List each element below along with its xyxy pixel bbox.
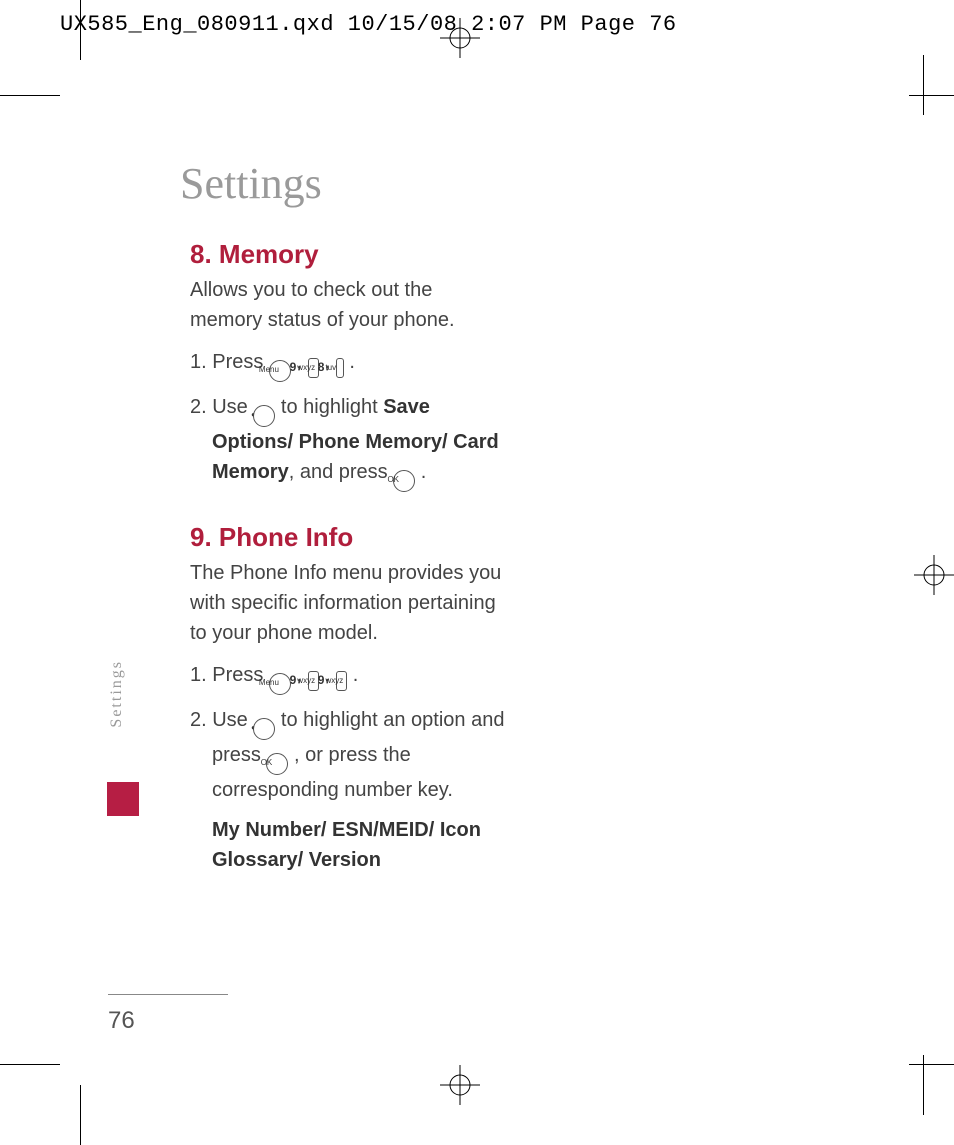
period: . — [349, 351, 355, 373]
phoneinfo-intro: The Phone Info menu provides you with sp… — [190, 558, 510, 648]
phoneinfo-options: My Number/ ESN/MEID/ Icon Glossary/ Vers… — [190, 815, 510, 875]
side-tab: Settings — [108, 660, 138, 728]
crop-mark — [909, 1064, 954, 1065]
phoneinfo-step-1: 1. Press Menu , 9wxyz , 9wxyz . — [190, 660, 510, 695]
step-text: , and press — [289, 461, 394, 483]
side-tab-label: Settings — [108, 660, 126, 728]
ok-key-icon: OK — [266, 753, 288, 775]
registration-mark-icon — [440, 1065, 480, 1105]
step-text: to highlight — [281, 396, 383, 418]
step-text: 2. Use — [190, 709, 253, 731]
page-number: 76 — [108, 1007, 135, 1035]
prepress-slug: UX585_Eng_080911.qxd 10/15/08 2:07 PM Pa… — [60, 12, 677, 37]
crop-mark — [80, 1085, 81, 1145]
memory-step-2: 2. Use ◐ to highlight Save Options/ Phon… — [190, 392, 510, 492]
page-number-rule — [108, 994, 228, 995]
step-text: 2. Use — [190, 396, 253, 418]
crop-mark — [909, 95, 954, 96]
body-content: 8. Memory Allows you to check out the me… — [190, 225, 510, 885]
step-text: 1. Press — [190, 351, 269, 373]
registration-mark-icon — [914, 555, 954, 595]
crop-mark — [0, 95, 60, 96]
crop-mark — [0, 1064, 60, 1065]
step-text: 1. Press — [190, 664, 269, 686]
heading-memory: 8. Memory — [190, 239, 510, 269]
heading-phone-info: 9. Phone Info — [190, 522, 510, 552]
nine-key-icon: 9wxyz — [336, 671, 347, 691]
memory-intro: Allows you to check out the memory statu… — [190, 275, 510, 335]
period: . — [353, 664, 359, 686]
crop-mark — [923, 55, 924, 115]
eight-key-icon: 8tuv — [336, 358, 344, 378]
nav-key-icon: ◐ — [253, 405, 275, 427]
side-tab-bar — [107, 782, 139, 816]
menu-key-icon: Menu — [269, 360, 291, 382]
ok-key-icon: OK — [393, 470, 415, 492]
page-title: Settings — [180, 158, 322, 209]
menu-key-icon: Menu — [269, 673, 291, 695]
memory-step-1: 1. Press Menu , 9wxyz , 8tuv . — [190, 347, 510, 382]
crop-mark — [923, 1055, 924, 1115]
nav-key-icon: ◐ — [253, 718, 275, 740]
phoneinfo-step-2: 2. Use ◐ to highlight an option and pres… — [190, 705, 510, 805]
period: . — [421, 461, 427, 483]
